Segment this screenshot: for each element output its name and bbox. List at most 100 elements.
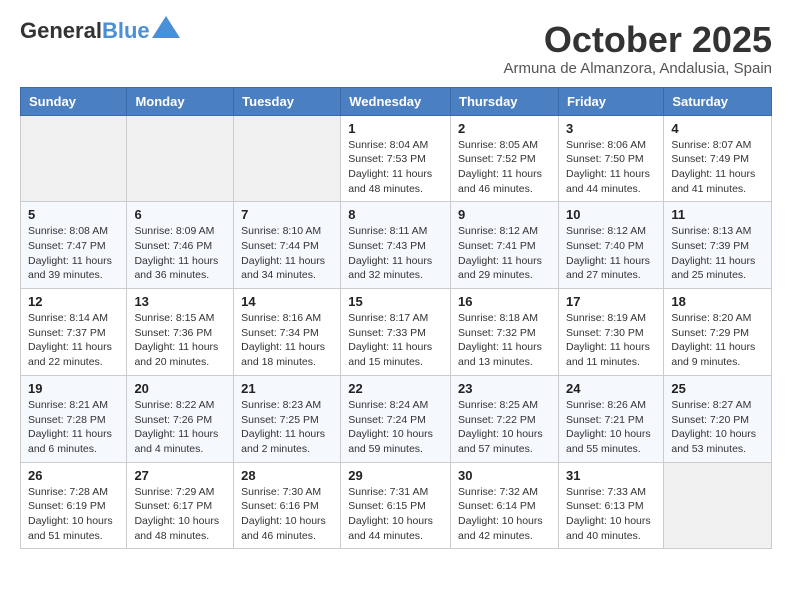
week-row-4: 19 Sunrise: 8:21 AM Sunset: 7:28 PM Dayli… xyxy=(21,375,772,462)
day-cell: 13 Sunrise: 8:15 AM Sunset: 7:36 PM Dayli… xyxy=(127,289,234,376)
day-cell: 22Sunrise: 8:24 AM Sunset: 7:24 PM Dayli… xyxy=(341,375,451,462)
day-cell xyxy=(664,462,772,549)
day-number: 6 xyxy=(134,207,226,222)
day-number: 5 xyxy=(28,207,119,222)
day-number: 25 xyxy=(671,381,764,396)
day-number: 31 xyxy=(566,468,656,483)
day-number: 4 xyxy=(671,121,764,136)
col-header-monday: Monday xyxy=(127,87,234,115)
day-info: Sunrise: 8:15 AM Sunset: 7:36 PM Dayligh… xyxy=(134,311,226,370)
day-number: 20 xyxy=(134,381,226,396)
day-info: Sunrise: 8:22 AM Sunset: 7:26 PM Dayligh… xyxy=(134,398,226,457)
day-cell: 30 Sunrise: 7:32 AM Sunset: 6:14 PM Dayli… xyxy=(451,462,559,549)
day-info: Sunrise: 8:08 AM Sunset: 7:47 PM Dayligh… xyxy=(28,224,119,283)
day-number: 30 xyxy=(458,468,551,483)
day-cell: 20 Sunrise: 8:22 AM Sunset: 7:26 PM Dayli… xyxy=(127,375,234,462)
day-cell: 21Sunrise: 8:23 AM Sunset: 7:25 PM Dayli… xyxy=(234,375,341,462)
logo-icon xyxy=(152,16,180,38)
day-info: Sunrise: 8:17 AM Sunset: 7:33 PM Dayligh… xyxy=(348,311,443,370)
day-info: Sunrise: 8:12 AM Sunset: 7:40 PM Dayligh… xyxy=(566,224,656,283)
day-info: Sunrise: 7:30 AM Sunset: 6:16 PM Dayligh… xyxy=(241,485,333,544)
day-number: 8 xyxy=(348,207,443,222)
day-number: 27 xyxy=(134,468,226,483)
day-number: 26 xyxy=(28,468,119,483)
calendar-table: SundayMondayTuesdayWednesdayThursdayFrid… xyxy=(20,87,772,550)
day-info: Sunrise: 8:10 AM Sunset: 7:44 PM Dayligh… xyxy=(241,224,333,283)
day-cell: 3Sunrise: 8:06 AM Sunset: 7:50 PM Daylig… xyxy=(558,115,663,202)
day-number: 13 xyxy=(134,294,226,309)
day-cell: 10 Sunrise: 8:12 AM Sunset: 7:40 PM Dayli… xyxy=(558,202,663,289)
day-info: Sunrise: 8:09 AM Sunset: 7:46 PM Dayligh… xyxy=(134,224,226,283)
day-info: Sunrise: 8:16 AM Sunset: 7:34 PM Dayligh… xyxy=(241,311,333,370)
day-cell: 25 Sunrise: 8:27 AM Sunset: 7:20 PM Dayli… xyxy=(664,375,772,462)
day-number: 28 xyxy=(241,468,333,483)
day-info: Sunrise: 7:32 AM Sunset: 6:14 PM Dayligh… xyxy=(458,485,551,544)
day-cell: 11 Sunrise: 8:13 AM Sunset: 7:39 PM Dayli… xyxy=(664,202,772,289)
day-number: 12 xyxy=(28,294,119,309)
day-number: 19 xyxy=(28,381,119,396)
week-row-2: 5 Sunrise: 8:08 AM Sunset: 7:47 PM Daylig… xyxy=(21,202,772,289)
day-info: Sunrise: 8:06 AM Sunset: 7:50 PM Dayligh… xyxy=(566,138,656,197)
day-number: 2 xyxy=(458,121,551,136)
day-info: Sunrise: 8:24 AM Sunset: 7:24 PM Dayligh… xyxy=(348,398,443,457)
day-number: 24 xyxy=(566,381,656,396)
day-info: Sunrise: 8:25 AM Sunset: 7:22 PM Dayligh… xyxy=(458,398,551,457)
day-cell xyxy=(127,115,234,202)
day-number: 1 xyxy=(348,121,443,136)
day-cell: 14Sunrise: 8:16 AM Sunset: 7:34 PM Dayli… xyxy=(234,289,341,376)
day-cell: 18 Sunrise: 8:20 AM Sunset: 7:29 PM Dayli… xyxy=(664,289,772,376)
location: Armuna de Almanzora, Andalusia, Spain xyxy=(504,60,773,77)
day-cell: 15 Sunrise: 8:17 AM Sunset: 7:33 PM Dayli… xyxy=(341,289,451,376)
day-info: Sunrise: 8:26 AM Sunset: 7:21 PM Dayligh… xyxy=(566,398,656,457)
day-info: Sunrise: 8:04 AM Sunset: 7:53 PM Dayligh… xyxy=(348,138,443,197)
day-number: 15 xyxy=(348,294,443,309)
col-header-sunday: Sunday xyxy=(21,87,127,115)
day-cell: 12 Sunrise: 8:14 AM Sunset: 7:37 PM Dayli… xyxy=(21,289,127,376)
day-info: Sunrise: 8:19 AM Sunset: 7:30 PM Dayligh… xyxy=(566,311,656,370)
logo: GeneralBlue xyxy=(20,20,180,42)
day-number: 11 xyxy=(671,207,764,222)
day-info: Sunrise: 8:14 AM Sunset: 7:37 PM Dayligh… xyxy=(28,311,119,370)
day-info: Sunrise: 8:27 AM Sunset: 7:20 PM Dayligh… xyxy=(671,398,764,457)
day-info: Sunrise: 7:33 AM Sunset: 6:13 PM Dayligh… xyxy=(566,485,656,544)
day-cell: 6 Sunrise: 8:09 AM Sunset: 7:46 PM Daylig… xyxy=(127,202,234,289)
day-cell: 4Sunrise: 8:07 AM Sunset: 7:49 PM Daylig… xyxy=(664,115,772,202)
day-info: Sunrise: 7:28 AM Sunset: 6:19 PM Dayligh… xyxy=(28,485,119,544)
day-cell: 31 Sunrise: 7:33 AM Sunset: 6:13 PM Dayli… xyxy=(558,462,663,549)
day-cell: 27 Sunrise: 7:29 AM Sunset: 6:17 PM Dayli… xyxy=(127,462,234,549)
day-cell: 23 Sunrise: 8:25 AM Sunset: 7:22 PM Dayli… xyxy=(451,375,559,462)
col-header-friday: Friday xyxy=(558,87,663,115)
week-row-1: 1 Sunrise: 8:04 AM Sunset: 7:53 PM Daylig… xyxy=(21,115,772,202)
page-header: GeneralBlue October 2025 Armuna de Alman… xyxy=(20,20,772,77)
day-cell: 28 Sunrise: 7:30 AM Sunset: 6:16 PM Dayli… xyxy=(234,462,341,549)
week-row-3: 12 Sunrise: 8:14 AM Sunset: 7:37 PM Dayli… xyxy=(21,289,772,376)
day-cell: 26 Sunrise: 7:28 AM Sunset: 6:19 PM Dayli… xyxy=(21,462,127,549)
day-number: 16 xyxy=(458,294,551,309)
day-cell: 17Sunrise: 8:19 AM Sunset: 7:30 PM Dayli… xyxy=(558,289,663,376)
day-number: 10 xyxy=(566,207,656,222)
day-cell: 2Sunrise: 8:05 AM Sunset: 7:52 PM Daylig… xyxy=(451,115,559,202)
col-header-saturday: Saturday xyxy=(664,87,772,115)
day-info: Sunrise: 7:29 AM Sunset: 6:17 PM Dayligh… xyxy=(134,485,226,544)
day-info: Sunrise: 8:11 AM Sunset: 7:43 PM Dayligh… xyxy=(348,224,443,283)
day-info: Sunrise: 7:31 AM Sunset: 6:15 PM Dayligh… xyxy=(348,485,443,544)
col-header-tuesday: Tuesday xyxy=(234,87,341,115)
day-info: Sunrise: 8:21 AM Sunset: 7:28 PM Dayligh… xyxy=(28,398,119,457)
day-cell: 29Sunrise: 7:31 AM Sunset: 6:15 PM Dayli… xyxy=(341,462,451,549)
col-header-wednesday: Wednesday xyxy=(341,87,451,115)
day-number: 18 xyxy=(671,294,764,309)
day-cell: 9Sunrise: 8:12 AM Sunset: 7:41 PM Daylig… xyxy=(451,202,559,289)
day-cell: 8 Sunrise: 8:11 AM Sunset: 7:43 PM Daylig… xyxy=(341,202,451,289)
day-number: 7 xyxy=(241,207,333,222)
day-cell xyxy=(234,115,341,202)
day-cell: 24 Sunrise: 8:26 AM Sunset: 7:21 PM Dayli… xyxy=(558,375,663,462)
logo-text: GeneralBlue xyxy=(20,20,150,42)
day-info: Sunrise: 8:18 AM Sunset: 7:32 PM Dayligh… xyxy=(458,311,551,370)
day-cell: 16 Sunrise: 8:18 AM Sunset: 7:32 PM Dayli… xyxy=(451,289,559,376)
day-number: 23 xyxy=(458,381,551,396)
day-info: Sunrise: 8:13 AM Sunset: 7:39 PM Dayligh… xyxy=(671,224,764,283)
month-title: October 2025 xyxy=(504,20,773,60)
day-info: Sunrise: 8:20 AM Sunset: 7:29 PM Dayligh… xyxy=(671,311,764,370)
col-header-thursday: Thursday xyxy=(451,87,559,115)
title-block: October 2025 Armuna de Almanzora, Andalu… xyxy=(504,20,773,77)
